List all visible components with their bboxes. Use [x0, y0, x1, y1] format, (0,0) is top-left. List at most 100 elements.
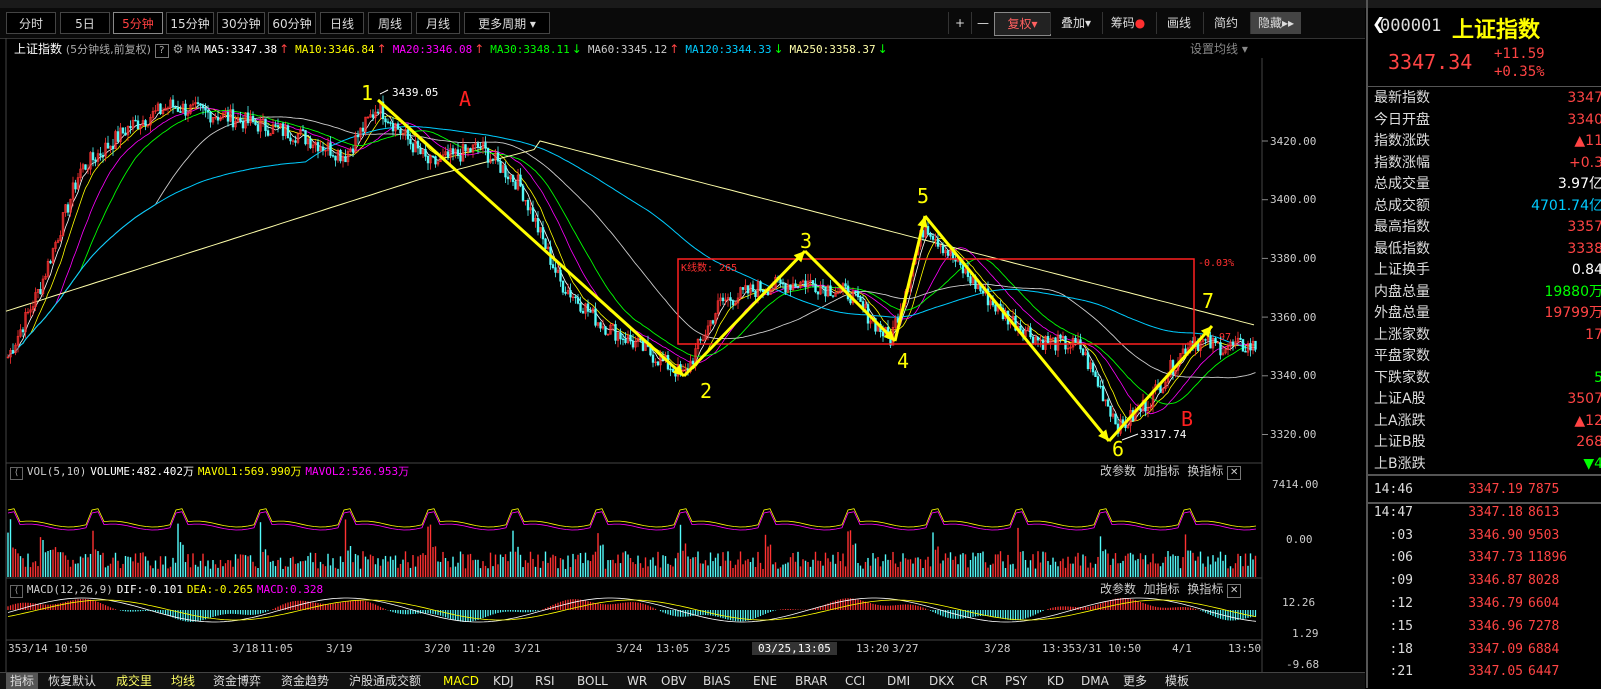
indicator-tab[interactable]: 模板: [1165, 673, 1189, 689]
indicator-tab[interactable]: DMI: [887, 673, 910, 689]
candle-body: [1096, 376, 1100, 387]
chips-label: 筹码: [1110, 16, 1135, 30]
candle-body: [691, 360, 695, 365]
candle-body: [116, 131, 120, 142]
candle-body: [621, 338, 625, 340]
indicator-tab[interactable]: 指标: [6, 673, 39, 689]
indicator-tab[interactable]: KDJ: [493, 673, 514, 689]
tick-time: :15: [1389, 618, 1413, 634]
period-tab-5day[interactable]: 5日: [60, 12, 110, 34]
close-icon[interactable]: ✕: [1227, 584, 1242, 598]
vol-switch-indicator-button[interactable]: 换指标: [1187, 464, 1223, 478]
period-tab-60min[interactable]: 60分钟: [268, 12, 316, 34]
period-tab-30min[interactable]: 30分钟: [217, 12, 265, 34]
vol-add-indicator-button[interactable]: 加指标: [1144, 464, 1180, 478]
box-label: K线数: 265: [681, 261, 737, 274]
period-tab-week[interactable]: 周线: [368, 12, 412, 34]
zoom-out-button[interactable]: —: [971, 12, 994, 34]
tick-price: 3346.79: [1468, 596, 1523, 611]
candle-body: [1139, 408, 1142, 411]
stat-key: 指数涨跌: [1374, 133, 1430, 149]
period-tab-minute[interactable]: 分时: [6, 12, 56, 34]
candle-body: [1219, 342, 1222, 356]
chips-button[interactable]: 筹码●: [1102, 12, 1153, 34]
indicator-tab[interactable]: 资金博弈: [213, 673, 261, 689]
indicator-tab[interactable]: 均线: [171, 673, 195, 689]
macd-edit-params-button[interactable]: 改参数: [1100, 582, 1136, 596]
candle-body: [854, 290, 857, 293]
indicator-tab[interactable]: 沪股通成交额: [349, 673, 421, 689]
low-pointer: [1121, 433, 1139, 441]
period-tab-month[interactable]: 月线: [416, 12, 460, 34]
indicator-tab[interactable]: 更多: [1123, 673, 1147, 689]
candle-body: [286, 125, 290, 139]
candle-body: [1091, 362, 1095, 373]
candle-body: [384, 118, 387, 123]
overlay-label: 叠加: [1060, 16, 1085, 30]
indicator-tab[interactable]: DMA: [1081, 673, 1109, 689]
indicator-tab[interactable]: CR: [971, 673, 988, 689]
candle-body: [74, 182, 77, 190]
volume-legend: ⟨ VOL(5,10) VOLUME:482.402万 MAVOL1:569.9…: [10, 463, 409, 480]
time-cursor-label: 03/25,13:05: [752, 642, 837, 655]
kline-chart[interactable]: K线数: 265 -0.03% 97 3439.05 3317.74 A B 1…: [0, 38, 1365, 672]
indicator-tab[interactable]: DKX: [929, 673, 954, 689]
tick-row: :09 3346.87 8028: [1368, 569, 1601, 593]
time-tick: 3/25: [704, 642, 731, 655]
macd-add-indicator-button[interactable]: 加指标: [1144, 582, 1180, 596]
overlay-button[interactable]: 叠加▾: [1050, 12, 1101, 34]
zoom-in-button[interactable]: +: [948, 12, 971, 34]
chevron-left-icon[interactable]: ⟨: [10, 585, 23, 598]
candle-body: [206, 109, 210, 113]
time-tick: 10:50: [1108, 642, 1142, 655]
indicator-tab[interactable]: BOLL: [577, 673, 608, 689]
stat-row: 最低指数 3338: [1374, 239, 1601, 260]
period-tab-more[interactable]: 更多周期 ▾: [464, 12, 550, 34]
wave-segment: [923, 215, 1111, 442]
indicator-tab[interactable]: 恢复默认: [48, 673, 96, 689]
period-tab-5min[interactable]: 5分钟: [113, 12, 163, 34]
simple-button[interactable]: 简约: [1203, 12, 1248, 34]
tick-time: 14:47: [1373, 504, 1413, 520]
indicator-tab[interactable]: 资金趋势: [281, 673, 329, 689]
macd-switch-indicator-button[interactable]: 换指标: [1187, 582, 1223, 596]
indicator-tab[interactable]: CCI: [845, 673, 865, 689]
indicator-tab[interactable]: BRAR: [795, 673, 828, 689]
indicator-tab[interactable]: KD: [1047, 673, 1064, 689]
vol-edit-params-button[interactable]: 改参数: [1100, 464, 1136, 478]
adjust-button[interactable]: 复权▾: [994, 12, 1051, 36]
period-tab-day[interactable]: 日线: [320, 12, 364, 34]
indicator-tab[interactable]: PSY: [1005, 673, 1027, 689]
draw-line-button[interactable]: 画线: [1156, 12, 1201, 34]
indicator-tab[interactable]: 成交里: [116, 673, 152, 689]
indicator-tab[interactable]: ENE: [753, 673, 777, 689]
macd-label: MACD(12,26,9): [26, 583, 113, 596]
candle-body: [614, 324, 617, 341]
stat-row: 上B涨跌 ▼4: [1374, 454, 1601, 475]
price-tick: 3380.00: [1270, 252, 1317, 265]
candle-body: [604, 326, 607, 335]
close-icon[interactable]: ✕: [1227, 466, 1242, 480]
candle-body: [361, 127, 365, 132]
indicator-tab[interactable]: RSI: [535, 673, 555, 689]
indicator-tab[interactable]: WR: [627, 673, 647, 689]
stat-key: 上涨家数: [1374, 326, 1430, 343]
indicator-tab[interactable]: BIAS: [703, 673, 731, 689]
candle-body: [1046, 336, 1050, 344]
indicator-tab[interactable]: OBV: [661, 673, 687, 689]
stat-value: 3507: [1567, 391, 1601, 407]
stat-key: 上证A股: [1374, 391, 1426, 407]
candle-body: [961, 264, 965, 274]
period-tab-15min[interactable]: 15分钟: [166, 12, 214, 34]
tick-volume: 7278: [1528, 618, 1560, 634]
candle-body: [396, 123, 400, 130]
candle-body: [281, 123, 285, 136]
candle-body: [1086, 352, 1090, 369]
candle-body: [1249, 343, 1252, 351]
tick-price: 3347.18: [1468, 504, 1523, 520]
candle-body: [821, 285, 825, 288]
candle-body: [204, 107, 207, 111]
indicator-tab[interactable]: MACD: [443, 673, 479, 689]
chevron-left-icon[interactable]: ⟨: [10, 467, 23, 480]
hide-button[interactable]: 隐藏▸▸: [1250, 12, 1301, 34]
